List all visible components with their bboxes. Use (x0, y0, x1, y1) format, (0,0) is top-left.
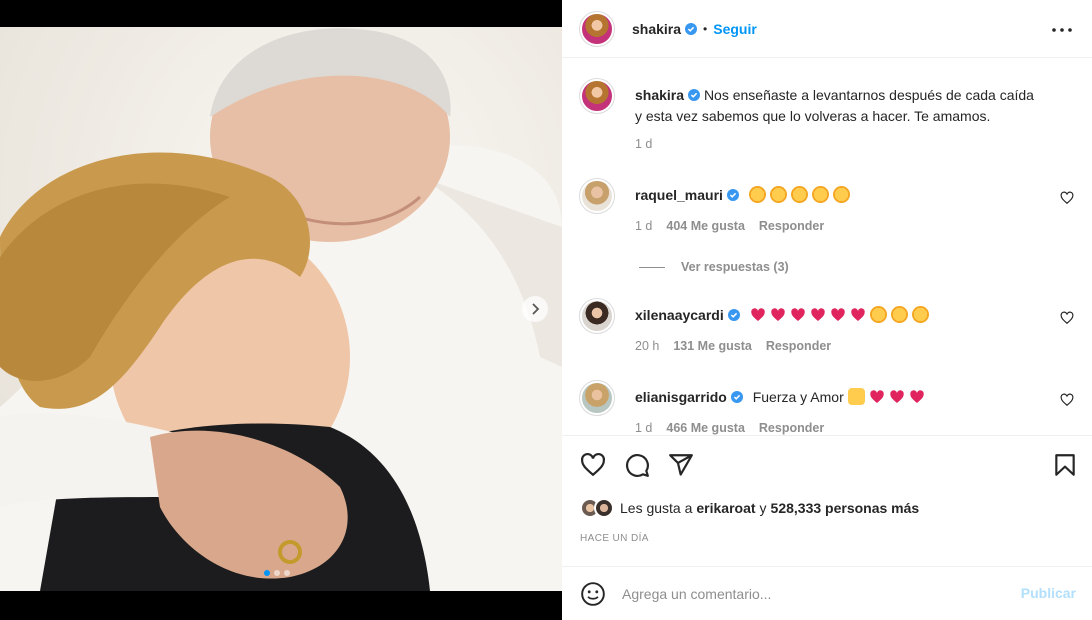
reply-button[interactable]: Responder (759, 421, 824, 435)
comments-list[interactable]: shakira Nos enseñaste a levantarnos desp… (562, 59, 1092, 436)
publish-button[interactable]: Publicar (1021, 585, 1076, 601)
comment-age: 1 d (635, 219, 653, 233)
carousel-indicator (264, 570, 290, 576)
view-replies-label: Ver respuestas (3) (681, 260, 789, 274)
follow-button[interactable]: Seguir (713, 21, 757, 37)
comment-item: elianisgarrido Fuerza y Amor 1 d 466 Me … (579, 380, 1080, 435)
star-struck-icon (811, 186, 829, 203)
carousel-dot (274, 570, 280, 576)
chevron-right-icon (532, 303, 540, 315)
comment-emojis (847, 388, 929, 405)
carousel-dot (284, 570, 290, 576)
comment-username[interactable]: raquel_mauri (635, 187, 723, 203)
commenter-avatar[interactable] (579, 298, 615, 334)
post-timestamp[interactable]: HACE UN DÍA (580, 533, 649, 544)
author-username[interactable]: shakira (632, 21, 681, 37)
author-avatar[interactable] (579, 78, 615, 114)
comment-meta: 20 h 131 Me gusta Responder (635, 339, 831, 353)
comment-input[interactable] (622, 585, 1002, 602)
carousel-dot (264, 570, 270, 576)
red-heart-icon (889, 390, 904, 403)
post-actions (562, 448, 1092, 482)
commenter-avatar[interactable] (579, 178, 615, 214)
comment-likes-link[interactable]: 466 Me gusta (666, 421, 745, 435)
post-header: shakira • Seguir (562, 0, 1092, 58)
comment-icon[interactable] (624, 452, 650, 478)
post-modal: shakira • Seguir shakira Nos enseñaste a… (0, 0, 1092, 620)
raising-hands-icon (847, 388, 865, 405)
likes-count-link[interactable]: 528,333 personas más (771, 500, 920, 516)
comment-age: 20 h (635, 339, 660, 353)
liker-avatar (594, 498, 614, 518)
likes-and: y (759, 500, 767, 516)
star-struck-icon (790, 186, 808, 203)
star-struck-icon (911, 306, 929, 323)
view-replies-button[interactable]: Ver respuestas (3) (639, 260, 789, 274)
post-side-panel: shakira • Seguir shakira Nos enseñaste a… (562, 0, 1092, 620)
comment-body: xilenaaycardi (635, 305, 1035, 326)
comment-emojis (748, 186, 854, 203)
replies-divider (639, 266, 665, 268)
verified-icon (727, 309, 740, 321)
likes-summary: Les gusta a erikaroat y 528,333 personas… (580, 498, 919, 518)
star-struck-icon (769, 186, 787, 203)
caption-age: 1 d (635, 137, 653, 151)
red-heart-icon (830, 308, 845, 321)
caption: shakira Nos enseñaste a levantarnos desp… (579, 78, 1080, 159)
comment-age: 1 d (635, 421, 653, 435)
star-struck-icon (869, 306, 887, 323)
comment-like-icon[interactable] (1060, 191, 1074, 205)
comment-body: elianisgarrido Fuerza y Amor (635, 387, 1035, 408)
verified-icon (730, 391, 743, 403)
red-heart-icon (770, 308, 785, 321)
separator-bullet: • (703, 21, 708, 36)
comment-like-icon[interactable] (1060, 393, 1074, 407)
red-heart-icon (810, 308, 825, 321)
red-heart-icon (750, 308, 765, 321)
likes-prefix: Les gusta a (620, 500, 693, 516)
comment-like-icon[interactable] (1060, 311, 1074, 325)
verified-icon (688, 89, 701, 101)
emoji-icon[interactable] (580, 581, 606, 607)
comment-username[interactable]: xilenaaycardi (635, 307, 724, 323)
comment-username[interactable]: elianisgarrido (635, 389, 727, 405)
caption-text-wrap: shakira Nos enseñaste a levantarnos desp… (635, 85, 1035, 127)
star-struck-icon (890, 306, 908, 323)
more-options-icon (1052, 28, 1072, 32)
caption-meta: 1 d (635, 137, 652, 151)
reply-button[interactable]: Responder (766, 339, 831, 353)
save-icon[interactable] (1052, 452, 1078, 478)
red-heart-icon (850, 308, 865, 321)
carousel-next-button[interactable] (522, 296, 548, 322)
comment-item: xilenaaycardi 20 h 131 Me gusta Responde… (579, 298, 1080, 369)
verified-icon (726, 189, 739, 201)
red-heart-icon (909, 390, 924, 403)
caption-username[interactable]: shakira (635, 87, 684, 103)
comment-likes-link[interactable]: 404 Me gusta (666, 219, 745, 233)
more-options-button[interactable] (1050, 18, 1074, 42)
post-photo (0, 27, 562, 591)
red-heart-icon (869, 390, 884, 403)
comment-text: Fuerza y Amor (752, 389, 844, 405)
comment-body: raquel_mauri (635, 185, 1035, 206)
liker-username[interactable]: erikaroat (696, 500, 755, 516)
add-comment-bar: Publicar (562, 566, 1092, 620)
reply-button[interactable]: Responder (759, 219, 824, 233)
share-icon[interactable] (668, 452, 694, 478)
comment-item: raquel_mauri 1 d 404 Me gusta Responder (579, 178, 1080, 259)
verified-icon (685, 22, 698, 35)
comment-emojis (750, 306, 933, 323)
commenter-avatar[interactable] (579, 380, 615, 416)
post-media (0, 0, 562, 620)
comment-likes-link[interactable]: 131 Me gusta (673, 339, 752, 353)
red-heart-icon (790, 308, 805, 321)
author-avatar[interactable] (579, 10, 615, 47)
comment-meta: 1 d 466 Me gusta Responder (635, 421, 824, 435)
like-icon[interactable] (580, 452, 606, 478)
star-struck-icon (832, 186, 850, 203)
star-struck-icon (748, 186, 766, 203)
comment-meta: 1 d 404 Me gusta Responder (635, 219, 824, 233)
